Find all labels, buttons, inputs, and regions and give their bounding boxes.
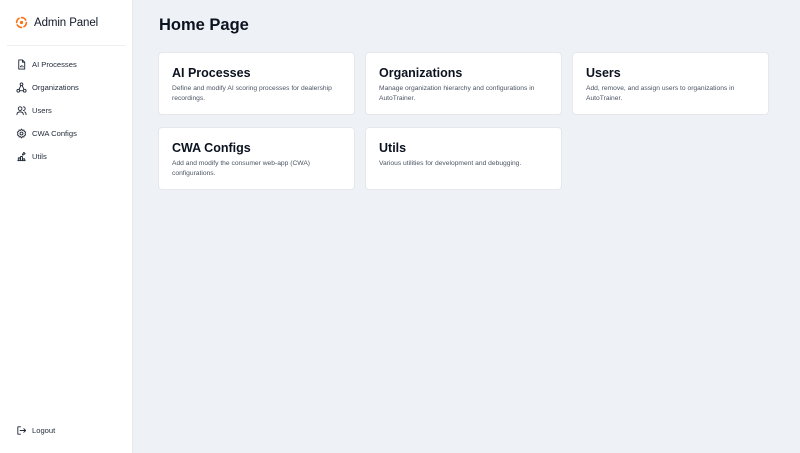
- card-cwa-configs[interactable]: CWA Configs Add and modify the consumer …: [158, 127, 355, 190]
- logout-button[interactable]: Logout: [0, 419, 55, 442]
- sidebar-item-label: Utils: [32, 152, 47, 161]
- sidebar-item-label: Users: [32, 106, 52, 115]
- main-content: Home Page AI Processes Define and modify…: [133, 0, 800, 453]
- tools-icon: [16, 151, 27, 162]
- card-description: Various utilities for development and de…: [379, 160, 522, 167]
- sidebar-item-cwa-configs[interactable]: CWA Configs: [0, 122, 132, 145]
- card-utils[interactable]: Utils Various utilities for development …: [365, 127, 562, 190]
- sidebar: Admin Panel AI Processes Organizations U…: [0, 0, 133, 453]
- card-title: CWA Configs: [172, 141, 251, 155]
- card-organizations[interactable]: Organizations Manage organization hierar…: [365, 52, 562, 115]
- document-chart-icon: [16, 59, 27, 70]
- sidebar-item-ai-processes[interactable]: AI Processes: [0, 53, 132, 76]
- brand[interactable]: Admin Panel: [7, 0, 125, 46]
- card-title: Organizations: [379, 66, 463, 80]
- card-title: Users: [586, 66, 621, 80]
- logout-icon: [16, 425, 27, 436]
- card-description: Define and modify AI scoring processes f…: [172, 85, 332, 102]
- sidebar-nav: AI Processes Organizations Users CWA Con…: [0, 46, 132, 168]
- app-title: Admin Panel: [34, 16, 99, 29]
- sidebar-item-utils[interactable]: Utils: [0, 145, 132, 168]
- page-title: Home Page: [159, 16, 249, 34]
- card-title: AI Processes: [172, 66, 251, 80]
- card-ai-processes[interactable]: AI Processes Define and modify AI scorin…: [158, 52, 355, 115]
- card-description: Add and modify the consumer web-app (CWA…: [172, 160, 311, 177]
- sidebar-item-users[interactable]: Users: [0, 99, 132, 122]
- card-users[interactable]: Users Add, remove, and assign users to o…: [572, 52, 769, 115]
- card-description: Manage organization hierarchy and config…: [379, 85, 535, 102]
- card-description: Add, remove, and assign users to organiz…: [586, 85, 735, 102]
- sidebar-item-label: Organizations: [32, 83, 79, 92]
- users-icon: [16, 105, 27, 116]
- gear-icon: [16, 128, 27, 139]
- logout-label: Logout: [32, 426, 56, 435]
- sidebar-item-label: AI Processes: [32, 60, 77, 69]
- sidebar-item-organizations[interactable]: Organizations: [0, 76, 132, 99]
- card-title: Utils: [379, 141, 407, 155]
- sidebar-item-label: CWA Configs: [32, 129, 77, 138]
- hierarchy-icon: [16, 82, 27, 93]
- logo-icon: [15, 16, 28, 29]
